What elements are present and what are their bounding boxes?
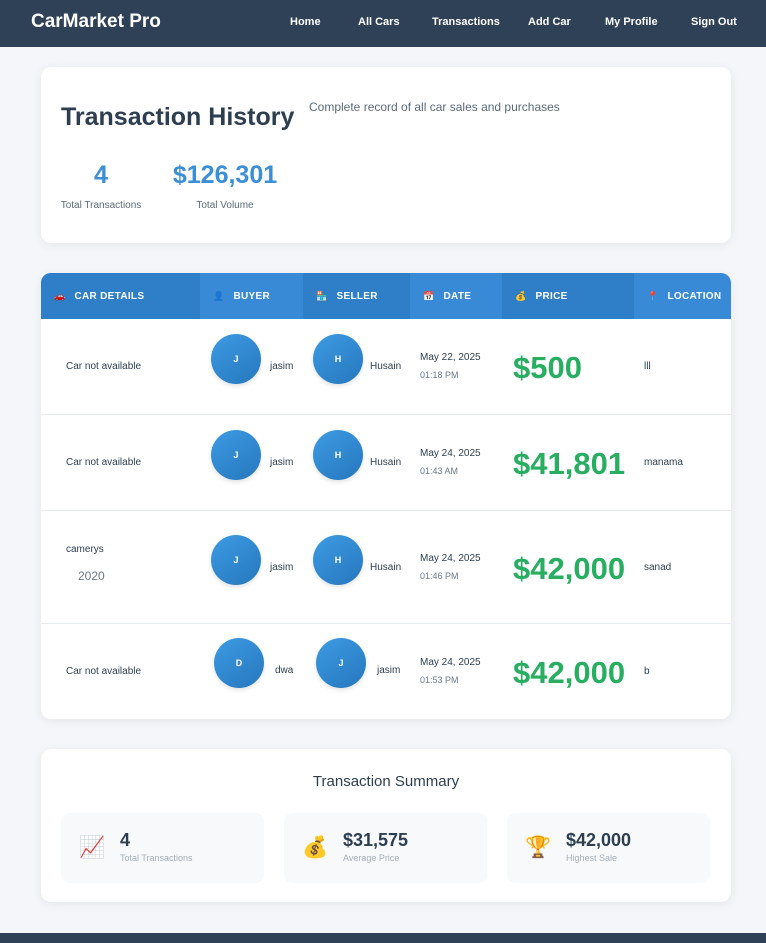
column-header-location[interactable]: 📍 LOCATION: [634, 273, 731, 319]
column-header-label: SELLER: [336, 290, 378, 302]
user-icon: 👤: [213, 290, 225, 301]
transaction-location: manama: [644, 457, 683, 468]
seller-avatar: H: [313, 430, 363, 480]
total-transactions-label: Total Transactions: [60, 200, 142, 211]
transaction-date: May 24, 2025: [420, 553, 481, 564]
transaction-time: 01:43 AM: [420, 466, 459, 476]
column-header-label: DATE: [443, 290, 472, 302]
summary-title: Transaction Summary: [312, 773, 460, 790]
buyer-avatar: J: [211, 334, 261, 384]
summary-value: $42,000: [566, 830, 632, 850]
table-row[interactable]: Car not available J jasim H Husain May 2…: [41, 319, 731, 415]
summary-value: 4: [120, 830, 131, 850]
seller-name: jasim: [377, 665, 401, 676]
summary-label: Average Price: [343, 853, 400, 863]
table-row[interactable]: camerys 2020 J jasim H Husain May 24, 20…: [41, 511, 731, 624]
transactions-table: 🚗 CAR DETAILS 👤 BUYER 🏪 SELLER 📅 DATE 💰 PRICE…: [41, 273, 731, 719]
column-header-price[interactable]: 💰 PRICE: [502, 273, 634, 319]
transaction-date: May 24, 2025: [420, 448, 481, 459]
total-transactions-value: 4: [94, 161, 108, 189]
column-header-label: CAR DETAILS: [74, 290, 145, 302]
seller-name: Husain: [370, 562, 402, 573]
transaction-history-header: Transaction History Complete record of a…: [41, 67, 731, 243]
seller-avatar: H: [313, 334, 363, 384]
seller-name: Husain: [370, 361, 402, 372]
transaction-price: $500: [513, 350, 582, 385]
brand-logo[interactable]: CarMarket Pro: [31, 11, 161, 33]
car-name: camerys: [66, 544, 104, 555]
chart-increasing-icon: 📈: [79, 836, 106, 859]
transaction-date: May 22, 2025: [420, 352, 481, 363]
trophy-icon: 🏆: [525, 836, 552, 859]
nav-link-add-car[interactable]: Add Car: [528, 16, 571, 28]
transaction-price: $42,000: [513, 551, 626, 586]
footer: [0, 933, 766, 943]
nav-link-my-profile[interactable]: My Profile: [605, 16, 658, 28]
buyer-name: jasim: [270, 562, 294, 573]
page-subtitle: Complete record of all car sales and pur…: [309, 100, 560, 114]
buyer-name: dwa: [275, 665, 294, 676]
summary-label: Total Transactions: [120, 853, 193, 863]
transaction-location: b: [644, 666, 650, 677]
calendar-icon: 📅: [423, 290, 435, 301]
nav-link-transactions[interactable]: Transactions: [432, 16, 500, 28]
transaction-location: lll: [644, 361, 651, 372]
summary-highest-sale: 🏆 $42,000 Highest Sale: [507, 813, 710, 883]
car-name: Car not available: [66, 361, 142, 372]
column-header-car-details[interactable]: 🚗 CAR DETAILS: [41, 273, 200, 319]
buyer-avatar: J: [211, 535, 261, 585]
nav-link-sign-out[interactable]: Sign Out: [691, 16, 737, 28]
summary-total-transactions: 📈 4 Total Transactions: [61, 813, 264, 883]
buyer-name: jasim: [270, 457, 294, 468]
navbar: CarMarket Pro Home All Cars Transactions…: [0, 0, 766, 47]
transaction-price: $41,801: [513, 446, 626, 481]
summary-average-price: 💰 $31,575 Average Price: [284, 813, 487, 883]
transaction-location: sanad: [644, 562, 672, 573]
column-header-label: BUYER: [233, 290, 271, 302]
column-header-label: PRICE: [535, 290, 568, 302]
seller-name: Husain: [370, 457, 402, 468]
car-icon: 🚗: [54, 290, 66, 301]
total-volume-value: $126,301: [172, 161, 278, 189]
transaction-date: May 24, 2025: [420, 657, 481, 668]
nav-link-home[interactable]: Home: [290, 16, 321, 28]
car-year: 2020: [78, 569, 105, 583]
summary-value: $31,575: [343, 830, 409, 850]
column-header-date[interactable]: 📅 DATE: [410, 273, 502, 319]
table-row[interactable]: Car not available J jasim H Husain May 2…: [41, 415, 731, 511]
money-bag-icon: 💰: [515, 290, 527, 301]
buyer-avatar: J: [211, 430, 261, 480]
pin-icon: 📍: [647, 290, 659, 301]
seller-avatar: H: [313, 535, 363, 585]
page-title: Transaction History: [61, 103, 295, 131]
transaction-time: 01:53 PM: [420, 675, 459, 685]
summary-label: Highest Sale: [566, 853, 618, 863]
car-name: Car not available: [66, 457, 142, 468]
transaction-summary: Transaction Summary 📈 4 Total Transactio…: [41, 749, 731, 902]
seller-avatar: J: [316, 638, 366, 688]
column-header-seller[interactable]: 🏪 SELLER: [303, 273, 410, 319]
table-header: 🚗 CAR DETAILS 👤 BUYER 🏪 SELLER 📅 DATE 💰 PRICE…: [41, 273, 731, 319]
seller-icon: 🏪: [316, 290, 328, 301]
money-bag-icon: 💰: [302, 836, 329, 859]
car-name: Car not available: [66, 666, 142, 677]
column-header-label: LOCATION: [667, 290, 722, 302]
total-volume-label: Total Volume: [196, 200, 254, 211]
transaction-time: 01:46 PM: [420, 571, 459, 581]
transaction-time: 01:18 PM: [420, 370, 459, 380]
column-header-buyer[interactable]: 👤 BUYER: [200, 273, 303, 319]
nav-link-all-cars[interactable]: All Cars: [358, 16, 400, 28]
transaction-price: $42,000: [513, 655, 626, 690]
buyer-avatar: D: [214, 638, 264, 688]
table-row[interactable]: Car not available D dwa J jasim May 24, …: [41, 624, 731, 719]
buyer-name: jasim: [270, 361, 294, 372]
